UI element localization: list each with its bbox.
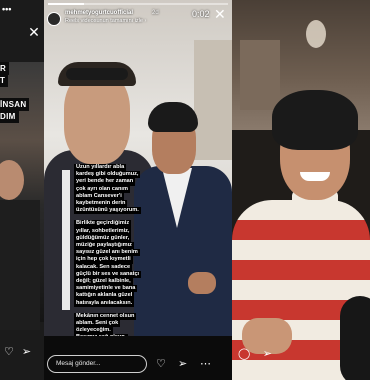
- woman-hair: [272, 90, 358, 150]
- close-icon[interactable]: ✕: [26, 24, 42, 40]
- send-icon[interactable]: ➢: [22, 346, 31, 358]
- background-shelf: [194, 40, 232, 160]
- caption-line: için hep çok kıymetli: [74, 256, 133, 264]
- sunglasses: [66, 68, 128, 80]
- previous-story-panel[interactable]: ••• ✕ R T İNSAN DIM ♡ ➢: [0, 0, 44, 380]
- video-time: 0:02: [192, 9, 210, 19]
- heart-icon[interactable]: ♡: [4, 346, 14, 358]
- caption-line: kardeş gibi olduğumuz,: [74, 171, 141, 179]
- caption-line: değil; güzel kalbinle,: [74, 278, 133, 286]
- heart-icon[interactable]: ♡: [156, 358, 166, 370]
- next-story-panel[interactable]: [232, 0, 370, 380]
- caption-line: özleyeceğim.: [74, 327, 113, 335]
- story-reply-bar: Mesaj gönder... ♡ ➢ ⋯: [44, 348, 232, 376]
- caption-line: kattığın aklanla güzel: [74, 292, 135, 300]
- caption-line: ablam. Seni çok: [74, 320, 121, 328]
- previous-story-actions: ♡ ➢: [4, 346, 31, 358]
- story-caption: Uzun yıllardır abla kardeş gibi olduğumuz…: [74, 164, 186, 336]
- reels-link[interactable]: Reels videosunun tamamını izle ›: [65, 18, 146, 24]
- close-icon[interactable]: ✕: [214, 7, 226, 21]
- ceiling-lamp: [306, 20, 326, 48]
- story-username[interactable]: mehmetyogurtcuofficial: [65, 10, 133, 16]
- caption-line: Başımız sağ olsun.: [74, 334, 129, 336]
- avatar[interactable]: [47, 12, 61, 26]
- caption-line: kalacak. Sen sadece: [74, 263, 133, 271]
- caption-paragraph: Birlikte geçirdiğimiz yıllar, sohbetlerim…: [74, 220, 142, 307]
- active-story[interactable]: mehmetyogurtcuofficial 2d Reels videosun…: [44, 0, 232, 336]
- send-icon[interactable]: ➢: [178, 358, 187, 370]
- caption-line: hatırayla anılacaksın.: [74, 299, 135, 307]
- story-progress-bar: [48, 3, 228, 5]
- reels-link-label: Reels videosunun tamamını izle: [65, 18, 143, 24]
- story-viewer: ••• ✕ R T İNSAN DIM ♡ ➢ mehmetyogurtcuof…: [0, 0, 370, 380]
- reply-input[interactable]: Mesaj gönder...: [47, 355, 147, 373]
- woman-hand: [188, 272, 216, 294]
- wall-frame: [240, 40, 280, 110]
- caption-line: Mekânın cennet olsun: [74, 312, 137, 321]
- caption-banner: T: [0, 74, 9, 87]
- caption-paragraph: Uzun yıllardır abla kardeş gibi olduğumuz…: [74, 164, 141, 215]
- story-progress-fill: [48, 3, 84, 5]
- smile: [300, 172, 330, 181]
- caption-line: üzüntüsünü yaşıyorum.: [74, 207, 141, 215]
- caption-line: Birlikte geçirdiğimiz: [74, 220, 132, 228]
- caption-line: samimiyetinle ve bana: [74, 285, 138, 293]
- man-jacket-stripe: [62, 170, 70, 310]
- caption-line: müziğe paylaştığımız: [74, 242, 134, 250]
- caption-banner: DIM: [0, 110, 19, 123]
- arm: [340, 296, 370, 380]
- caption-line: güçlü bir ses ve sanatçı: [74, 270, 142, 279]
- woman-hair: [148, 102, 198, 132]
- caption-line: ablam Cansever'i: [74, 192, 124, 201]
- caption-line: yıllar, sohbetlerimiz,: [74, 227, 132, 235]
- previous-story-shirt: [0, 200, 40, 330]
- caption-line: çok ayrı olan canım: [74, 185, 130, 193]
- send-icon[interactable]: ➢: [263, 348, 272, 360]
- caption-line: kaybetmenin derin: [74, 200, 128, 208]
- caption-line: Uzun yıllardır abla: [74, 164, 127, 172]
- comment-icon[interactable]: ◯: [238, 348, 250, 360]
- caption-line: güldüğümüz günler,: [74, 234, 132, 243]
- ellipsis-icon[interactable]: ⋯: [200, 358, 211, 370]
- caption-paragraph: Mekânın cennet olsun ablam. Seni çok özley…: [74, 312, 137, 336]
- story-timestamp: 2d: [152, 10, 159, 16]
- caption-line: yeri bende her zaman: [74, 178, 136, 186]
- next-story-actions: ◯ ➢: [238, 344, 272, 362]
- caption-line: sayısız güzel anı benim: [74, 249, 140, 257]
- more-icon[interactable]: •••: [2, 4, 11, 14]
